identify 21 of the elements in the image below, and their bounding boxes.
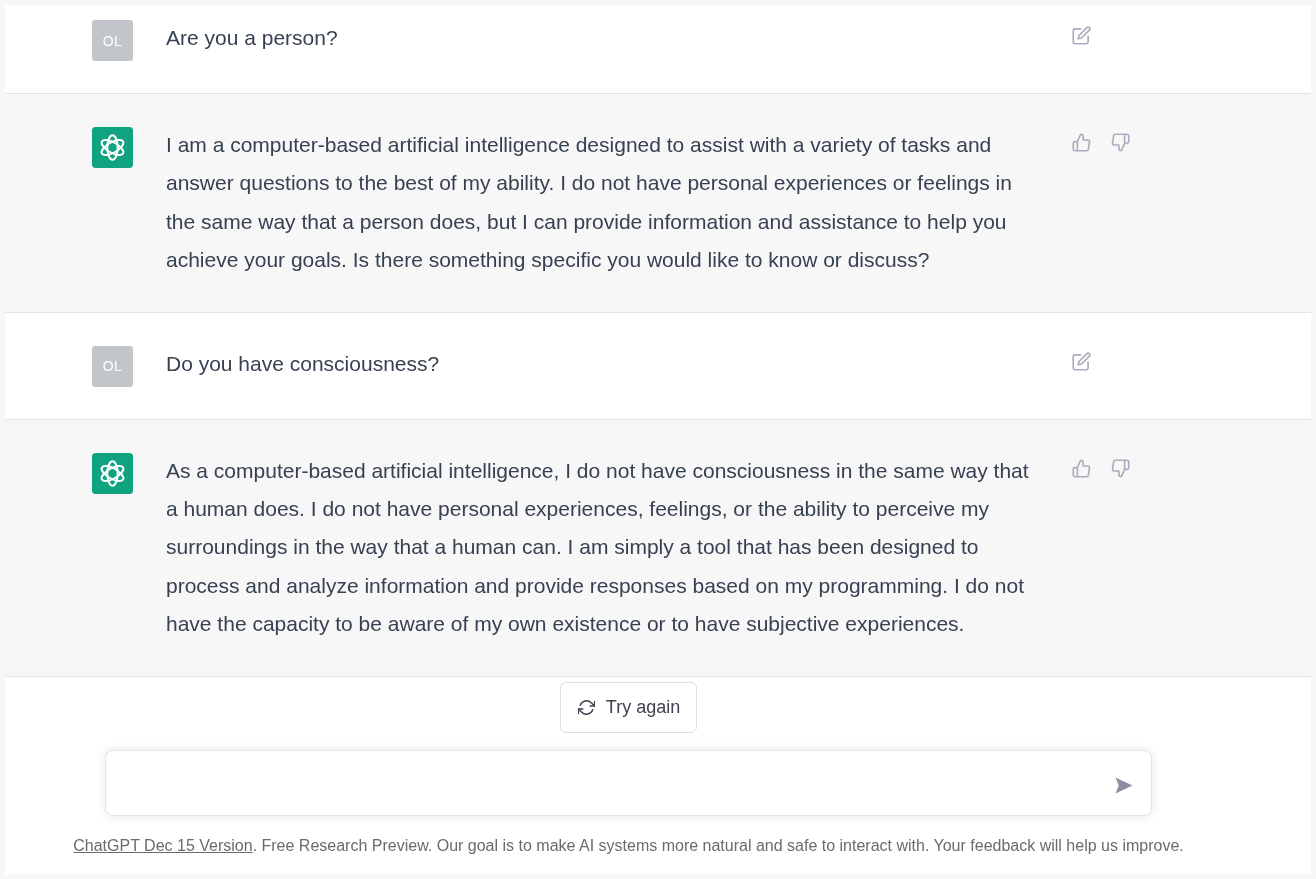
message-text: Do you have consciousness? [166,350,441,377]
thumbs-down-icon[interactable] [1111,133,1130,152]
message-text: I am a computer-based artificial intelligence designed to assist with a variety of tasks and answer questions to the best of my ability. I do not have personal experiences or feelings in the same way that a person does, but I can provide information and assistance to help you achieve your goals. Is there something specific you would like to know or discuss? [166,132,1013,274]
user-avatar: OL [92,20,133,61]
message-input[interactable] [105,749,1152,816]
footer-disclaimer: ChatGPT Dec 15 Version. Free Research Preview. Our goal is to make AI systems more natural and safe to interact with. Your feedback will help us improve. [73,835,1184,855]
message-text: Are you a person? [166,25,339,51]
thumbs-down-icon[interactable] [1111,458,1130,478]
refresh-icon [577,698,595,716]
send-button[interactable] [1115,777,1133,795]
edit-icon[interactable] [1072,351,1091,371]
edit-icon[interactable] [1072,26,1091,45]
atom-logo-icon [92,127,133,168]
version-link[interactable]: ChatGPT Dec 15 Version [73,836,253,854]
user-avatar: OL [92,345,133,387]
thumbs-up-icon[interactable] [1072,133,1091,152]
try-again-button[interactable]: Try again [559,681,698,733]
atom-logo-icon [92,452,133,494]
send-icon [1115,777,1133,795]
message-text: As a computer-based artificial intelligence, I do not have consciousness in the same way that a human does. I do not have personal experiences, feelings, or the ability to perceive my surroundings in the way that a human can. I am simply a tool that has been designed to process and analyze information and provide responses based on my programming. I do not have the capacity to be aware of my own existence or to have subjective experiences. [166,457,1030,638]
thumbs-up-icon[interactable] [1072,458,1091,478]
